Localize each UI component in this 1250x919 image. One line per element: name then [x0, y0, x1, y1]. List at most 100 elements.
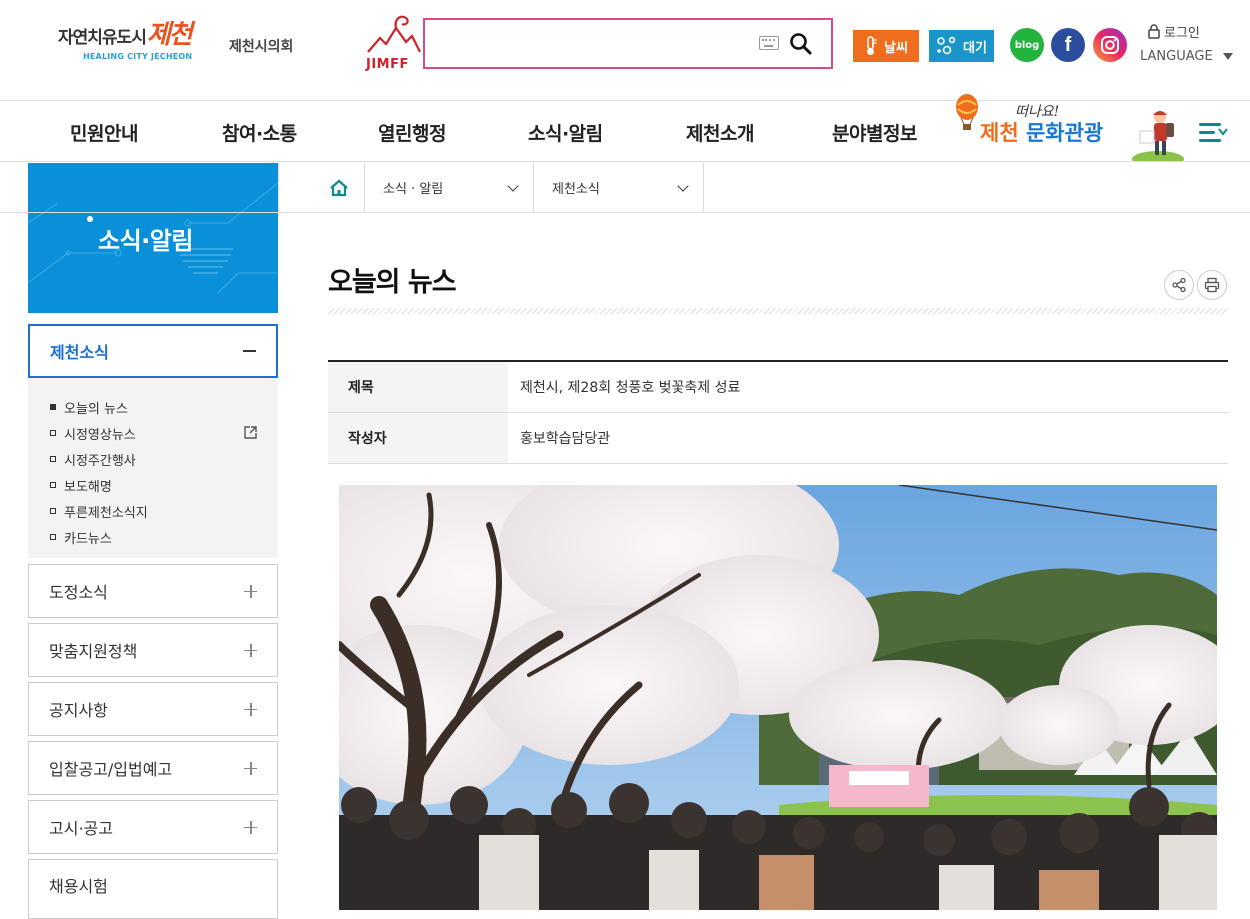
council-link[interactable]: 제천시의회	[229, 36, 293, 56]
bullet-icon	[50, 456, 56, 462]
gnb-item-administration[interactable]: 열린행정	[378, 119, 446, 146]
lnb-sub-item-video-news[interactable]: 시정영상뉴스	[28, 420, 278, 446]
bullet-icon	[50, 404, 56, 410]
lnb-item-label: 고시·공고	[49, 819, 113, 838]
page-title: 오늘의 뉴스	[328, 267, 457, 298]
breadcrumb-level1[interactable]: 소식 · 알림	[364, 163, 533, 212]
expand-icon	[244, 584, 257, 598]
menu-line	[1199, 131, 1215, 134]
cherry-blossom-festival-photo	[339, 485, 1217, 910]
external-link-icon	[244, 426, 257, 439]
expand-icon	[244, 761, 257, 775]
language-selector[interactable]: LANGUAGE	[1140, 49, 1233, 64]
share-button[interactable]	[1164, 270, 1194, 300]
lnb-item-label: 맞춤지원정책	[49, 642, 138, 661]
print-button[interactable]	[1197, 270, 1227, 300]
breadcrumb-divider	[0, 212, 1250, 213]
lnb-item-notices[interactable]: 공지사항	[28, 682, 278, 736]
logo-city-name: 제천	[146, 20, 193, 50]
lnb-sub-label: 푸른제천소식지	[64, 505, 148, 521]
search-button[interactable]	[787, 30, 815, 58]
bullet-icon	[50, 534, 56, 540]
all-menu-button[interactable]	[1199, 121, 1228, 143]
menu-line	[1199, 123, 1221, 126]
lnb-item-label: 공지사항	[49, 701, 108, 720]
breadcrumb-level2[interactable]: 제천소식	[533, 163, 704, 212]
hot-air-balloon-icon	[956, 94, 978, 130]
search-box	[423, 18, 833, 69]
table-row: 제목 제천시, 제28회 청풍호 벚꽃축제 성료	[328, 362, 1228, 413]
lnb-item-jecheon-news[interactable]: 제천소식	[28, 324, 278, 378]
lnb-item-label: 입찰공고/입법예고	[49, 760, 173, 779]
search-icon	[790, 33, 812, 55]
gnb-item-participation[interactable]: 참여·소통	[222, 119, 297, 146]
lnb-open-label: 제천소식	[50, 343, 109, 362]
lnb-item-recruitment[interactable]: 채용시험	[28, 859, 278, 919]
lnb-item-province-news[interactable]: 도정소식	[28, 564, 278, 618]
expand-icon	[244, 702, 257, 716]
main-navigation: 민원안내 참여·소통 열린행정 소식·알림 제천소개 분야별정보 떠나요! 제천…	[0, 94, 1250, 162]
lnb-submenu: 오늘의 뉴스 시정영상뉴스 시정주간행사 보도해명 푸른제천소식지 카드뉴스	[28, 378, 278, 558]
bullet-icon	[50, 482, 56, 488]
language-label: LANGUAGE	[1140, 49, 1213, 64]
thermometer-icon	[867, 36, 878, 55]
tour-banner-title: 제천 문화관광	[980, 117, 1103, 147]
section-title: 소식·알림	[98, 227, 193, 255]
menu-line	[1199, 139, 1221, 142]
instagram-icon	[1101, 36, 1119, 54]
jimff-mountain-icon	[367, 15, 421, 53]
bullet-icon	[50, 508, 56, 514]
culture-tourism-banner[interactable]: 떠나요! 제천 문화관광	[950, 93, 1185, 161]
chevron-down-icon	[677, 179, 689, 192]
article-photo	[339, 485, 1217, 910]
lnb-sub-label: 보도해명	[64, 479, 112, 495]
gnb-item-fields[interactable]: 분야별정보	[832, 119, 917, 146]
lnb-sub-item-weekly-events[interactable]: 시정주간행사	[28, 446, 278, 472]
jimff-logo[interactable]: JIMFF	[366, 12, 422, 72]
print-icon	[1204, 277, 1220, 293]
tour-banner-text: 문화관광	[1025, 121, 1104, 145]
facebook-link[interactable]: f	[1051, 28, 1085, 62]
title-divider	[328, 308, 1228, 314]
air-quality-icon	[937, 36, 956, 55]
gnb-item-about[interactable]: 제천소개	[686, 119, 754, 146]
subject-label: 제목	[328, 362, 508, 412]
jimff-text: JIMFF	[366, 57, 409, 72]
table-row: 작성자 홍보학습담당관	[328, 413, 1228, 464]
air-quality-button[interactable]: 대기	[929, 30, 994, 62]
login-link[interactable]: 로그인	[1148, 22, 1200, 41]
home-icon	[329, 179, 348, 196]
site-header: 자연치유도시 제천 HEALING CITY JECHEON 제천시의회 JIM…	[0, 0, 1250, 101]
air-quality-label: 대기	[963, 40, 987, 56]
instagram-link[interactable]	[1093, 28, 1127, 62]
subject-value: 제천시, 제28회 청풍호 벚꽃축제 성료	[520, 380, 741, 396]
gnb-item-civil[interactable]: 민원안내	[70, 119, 138, 146]
login-label: 로그인	[1164, 26, 1200, 41]
hiker-illustration-icon	[1132, 111, 1184, 161]
breadcrumb-level2-label: 제천소식	[552, 182, 600, 197]
lnb-sub-item-today-news[interactable]: 오늘의 뉴스	[28, 394, 278, 420]
article-info-table: 제목 제천시, 제28회 청풍호 벚꽃축제 성료 작성자 홍보학습담당관	[328, 360, 1228, 464]
lnb-sub-item-press-clarification[interactable]: 보도해명	[28, 472, 278, 498]
search-input[interactable]	[433, 30, 753, 58]
caret-down-icon	[1222, 53, 1233, 60]
lnb-sub-item-card-news[interactable]: 카드뉴스	[28, 524, 278, 550]
lnb-item-support-policy[interactable]: 맞춤지원정책	[28, 623, 278, 677]
logo-english: HEALING CITY JECHEON	[83, 52, 193, 61]
lnb-sub-item-newsletter[interactable]: 푸른제천소식지	[28, 498, 278, 524]
lnb-sub-label: 시정영상뉴스	[64, 427, 136, 443]
weather-button[interactable]: 날씨	[853, 30, 919, 62]
city-logo[interactable]: 자연치유도시 제천 HEALING CITY JECHEON	[58, 20, 193, 61]
breadcrumb-level1-label: 소식 · 알림	[383, 182, 444, 197]
lnb-sub-label: 오늘의 뉴스	[64, 401, 128, 417]
logo-slogan: 자연치유도시	[58, 28, 147, 48]
blog-link[interactable]: blog	[1010, 28, 1044, 62]
lnb-item-label: 채용시험	[49, 877, 108, 896]
lnb-item-bids[interactable]: 입찰공고/입법예고	[28, 741, 278, 795]
lnb-item-announcements[interactable]: 고시·공고	[28, 800, 278, 854]
keyboard-icon[interactable]	[759, 36, 779, 50]
weather-label: 날씨	[884, 40, 908, 56]
gnb-item-news[interactable]: 소식·알림	[528, 119, 603, 146]
lnb-item-label: 도정소식	[49, 583, 108, 602]
chevron-down-icon	[507, 179, 519, 192]
